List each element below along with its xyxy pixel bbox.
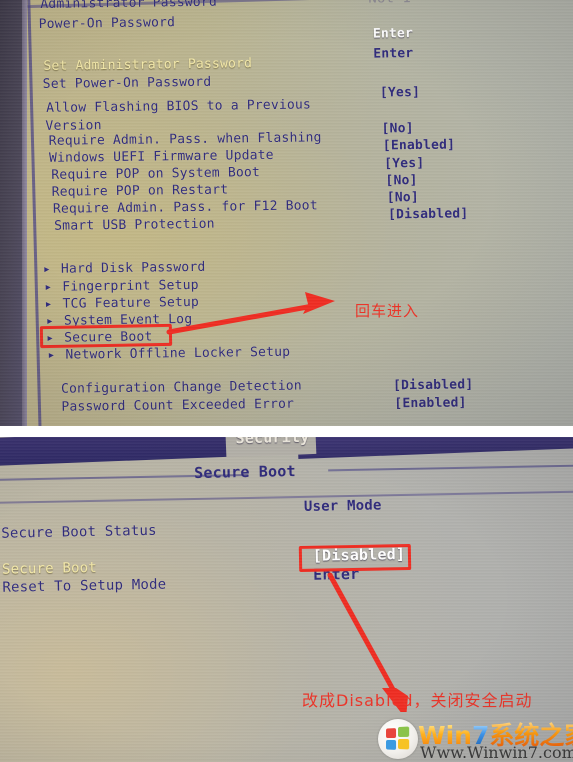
row-value-administrator-password: Not I [368,0,411,7]
bios-secure-boot-screenshot-bottom: Security Secure Boot User Mode Secure Bo… [0,437,573,762]
title-rule-right [328,464,573,472]
title-rule-bottom [0,490,573,504]
row-label-require-admin-pass-f12[interactable]: Require Admin. Pass. for F12 Boot [53,198,318,216]
row-label-set-administrator-password[interactable]: Set Administrator Password [43,56,252,74]
row-label-power-on-password[interactable]: Power-On Password [39,15,176,32]
windows-logo-icon [378,719,418,759]
bios-window-frame-left [27,0,42,426]
highlight-box-secure-boot [39,323,173,349]
row-label-administrator-password[interactable]: Administrator Password [40,0,217,12]
row-label-reset-to-setup-mode[interactable]: Reset To Setup Mode [2,577,166,596]
submenu-label: Network Offline Locker Setup [65,344,291,363]
row-label-secure-boot-status: Secure Boot Status [1,522,157,542]
row-value-require-admin-pass-f12: [No] [386,190,420,206]
row-value-password-count-exceeded-error: [Enabled] [394,395,467,412]
row-label-smart-usb-protection[interactable]: Smart USB Protection [54,217,215,234]
row-label-require-pop-restart[interactable]: Require POP on Restart [51,183,228,200]
watermark-url: Www.Winwin7.com [420,743,573,762]
tab-security-label: Security [235,437,310,448]
row-value-allow-flashing-bios: [Yes] [379,84,421,101]
annotation-text-enter: 回车进入 [355,302,420,320]
row-label-configuration-change-detection[interactable]: Configuration Change Detection [61,379,302,397]
row-value-smart-usb-protection: [Disabled] [387,206,469,223]
highlight-box-disabled-value [298,544,412,572]
row-label-secure-boot[interactable]: Secure Boot [2,560,97,578]
row-value-require-admin-pass-flashing: [No] [381,121,414,137]
submenu-arrow-icon: ▸ [47,347,56,363]
row-label-set-power-on-password[interactable]: Set Power-On Password [43,75,212,92]
submenu-label: Hard Disk Password [60,259,206,277]
row-value-windows-uefi-firmware-update: [Enabled] [382,137,456,154]
row-value-require-pop-restart: [No] [385,173,418,189]
row-value-configuration-change-detection: [Disabled] [392,377,474,394]
row-label-password-count-exceeded-error[interactable]: Password Count Exceeded Error [61,397,294,415]
submenu-arrow-icon: ▸ [42,261,52,277]
row-value-power-on-password: Enter [372,26,414,42]
bios-security-screenshot-top: Administrator Password Not I Power-On Pa… [0,0,573,426]
page-title-secure-boot: Secure Boot [194,462,296,483]
submenu-arrow-icon: ▸ [44,279,53,295]
site-watermark: Win7系统之家 Www.Winwin7.com [378,717,573,762]
submenu-arrow-icon: ▸ [44,296,53,312]
row-label-version: Version [45,118,102,134]
submenu-label: Fingerprint Setup [62,277,199,295]
row-label-require-pop-system-boot[interactable]: Require POP on System Boot [51,165,260,183]
annotation-text-set-disabled: 改成Disabled，关闭安全启动 [302,691,533,710]
row-label-windows-uefi-firmware-update[interactable]: Windows UEFI Firmware Update [49,148,274,166]
row-value-secure-boot-status: User Mode [303,497,382,515]
row-label-allow-flashing-bios[interactable]: Allow Flashing BIOS to a Previous [46,97,311,115]
row-value-require-pop-system-boot: [Yes] [384,155,425,172]
photo-separator [0,426,573,437]
bios-menu-tabbar-right [297,437,573,459]
submenu-label: TCG Feature Setup [62,294,200,312]
row-value-set-administrator-password: Enter [373,46,414,62]
row-label-require-admin-pass-flashing[interactable]: Require Admin. Pass. when Flashing [49,130,322,149]
